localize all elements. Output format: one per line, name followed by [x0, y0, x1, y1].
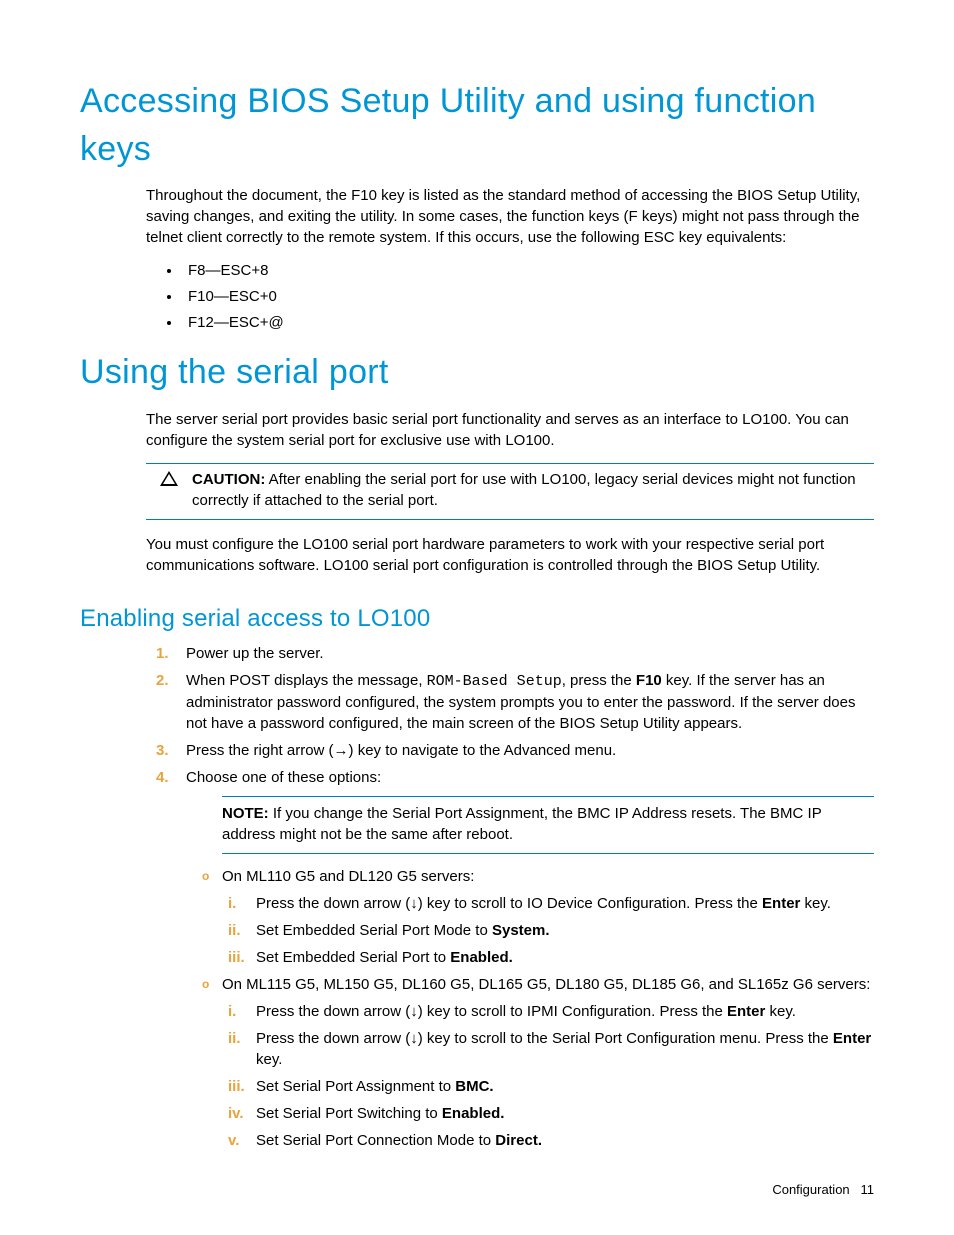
heading-using-serial-port: Using the serial port — [80, 349, 874, 397]
caution-icon — [160, 471, 178, 486]
step-4: Choose one of these options: NOTE: If yo… — [182, 767, 874, 1151]
option-a: On ML110 G5 and DL120 G5 servers: Press … — [208, 866, 874, 968]
heading-accessing-bios: Accessing BIOS Setup Utility and using f… — [80, 78, 874, 173]
text: key. — [256, 1051, 282, 1068]
note-callout: NOTE: If you change the Serial Port Assi… — [222, 796, 874, 854]
list-item: F10—ESC+0 — [182, 286, 874, 307]
caution-label: CAUTION: — [192, 471, 265, 488]
intro-paragraph: Throughout the document, the F10 key is … — [146, 185, 874, 248]
caution-callout: CAUTION: After enabling the serial port … — [146, 463, 874, 520]
page-footer: Configuration 11 — [772, 1181, 874, 1199]
caution-icon-cell — [146, 469, 192, 511]
options-list: On ML110 G5 and DL120 G5 servers: Press … — [186, 866, 874, 1151]
text: When POST displays the message, — [186, 672, 427, 689]
note-text: If you change the Serial Port Assignment… — [222, 805, 821, 843]
substep: Set Embedded Serial Port to Enabled. — [248, 947, 874, 968]
bold-value: Enabled. — [450, 949, 513, 966]
text: key. — [765, 1003, 796, 1020]
esc-equivalents-list: F8—ESC+8 F10—ESC+0 F12—ESC+@ — [146, 260, 874, 333]
option-b-label: On ML115 G5, ML150 G5, DL160 G5, DL165 G… — [222, 976, 870, 993]
text: Set Serial Port Switching to — [256, 1105, 442, 1122]
text: Set Embedded Serial Port to — [256, 949, 450, 966]
caution-text: After enabling the serial port for use w… — [192, 471, 856, 509]
substep: Press the down arrow (↓) key to scroll t… — [248, 1001, 874, 1022]
substep: Set Embedded Serial Port Mode to System. — [248, 920, 874, 941]
substep: Set Serial Port Switching to Enabled. — [248, 1103, 874, 1124]
step-1: Power up the server. — [182, 643, 874, 664]
steps-list: Power up the server. When POST displays … — [146, 643, 874, 1151]
text: Set Embedded Serial Port Mode to — [256, 922, 492, 939]
step-2: When POST displays the message, ROM-Base… — [182, 670, 874, 734]
enter-key: Enter — [833, 1030, 871, 1047]
serial-intro: The server serial port provides basic se… — [146, 409, 874, 451]
after-caution-paragraph: You must configure the LO100 serial port… — [146, 534, 874, 576]
text: Set Serial Port Assignment to — [256, 1078, 455, 1095]
rom-text: ROM-Based Setup — [427, 673, 562, 690]
text: key. — [800, 895, 831, 912]
bold-value: Direct. — [495, 1132, 542, 1149]
step-4-text: Choose one of these options: — [186, 769, 381, 786]
section-body: The server serial port provides basic se… — [146, 409, 874, 576]
list-item: F12—ESC+@ — [182, 312, 874, 333]
bold-value: Enabled. — [442, 1105, 505, 1122]
caution-body: CAUTION: After enabling the serial port … — [192, 469, 874, 511]
section-body: Throughout the document, the F10 key is … — [146, 185, 874, 333]
text: Press the down arrow (↓) key to scroll t… — [256, 895, 762, 912]
option-b-steps: Press the down arrow (↓) key to scroll t… — [222, 1001, 874, 1151]
substep: Set Serial Port Assignment to BMC. — [248, 1076, 874, 1097]
option-a-steps: Press the down arrow (↓) key to scroll t… — [222, 893, 874, 968]
substep: Press the down arrow (↓) key to scroll t… — [248, 893, 874, 914]
substep: Set Serial Port Connection Mode to Direc… — [248, 1130, 874, 1151]
substep: Press the down arrow (↓) key to scroll t… — [248, 1028, 874, 1070]
enter-key: Enter — [727, 1003, 765, 1020]
bold-value: BMC. — [455, 1078, 493, 1095]
step-3: Press the right arrow (→) key to navigat… — [182, 740, 874, 761]
enter-key: Enter — [762, 895, 800, 912]
section-body: Power up the server. When POST displays … — [146, 643, 874, 1151]
text: Press the down arrow (↓) key to scroll t… — [256, 1030, 833, 1047]
document-page: Accessing BIOS Setup Utility and using f… — [0, 0, 954, 1235]
f10-key: F10 — [636, 672, 662, 689]
text: Set Serial Port Connection Mode to — [256, 1132, 495, 1149]
text: , press the — [562, 672, 636, 689]
footer-page-number: 11 — [861, 1182, 875, 1197]
text: Press the down arrow (↓) key to scroll t… — [256, 1003, 727, 1020]
heading-enabling-serial: Enabling serial access to LO100 — [80, 602, 874, 636]
footer-section: Configuration — [772, 1182, 849, 1197]
option-b: On ML115 G5, ML150 G5, DL160 G5, DL165 G… — [208, 974, 874, 1151]
bold-value: System. — [492, 922, 550, 939]
note-label: NOTE: — [222, 805, 269, 822]
list-item: F8—ESC+8 — [182, 260, 874, 281]
option-a-label: On ML110 G5 and DL120 G5 servers: — [222, 868, 474, 885]
